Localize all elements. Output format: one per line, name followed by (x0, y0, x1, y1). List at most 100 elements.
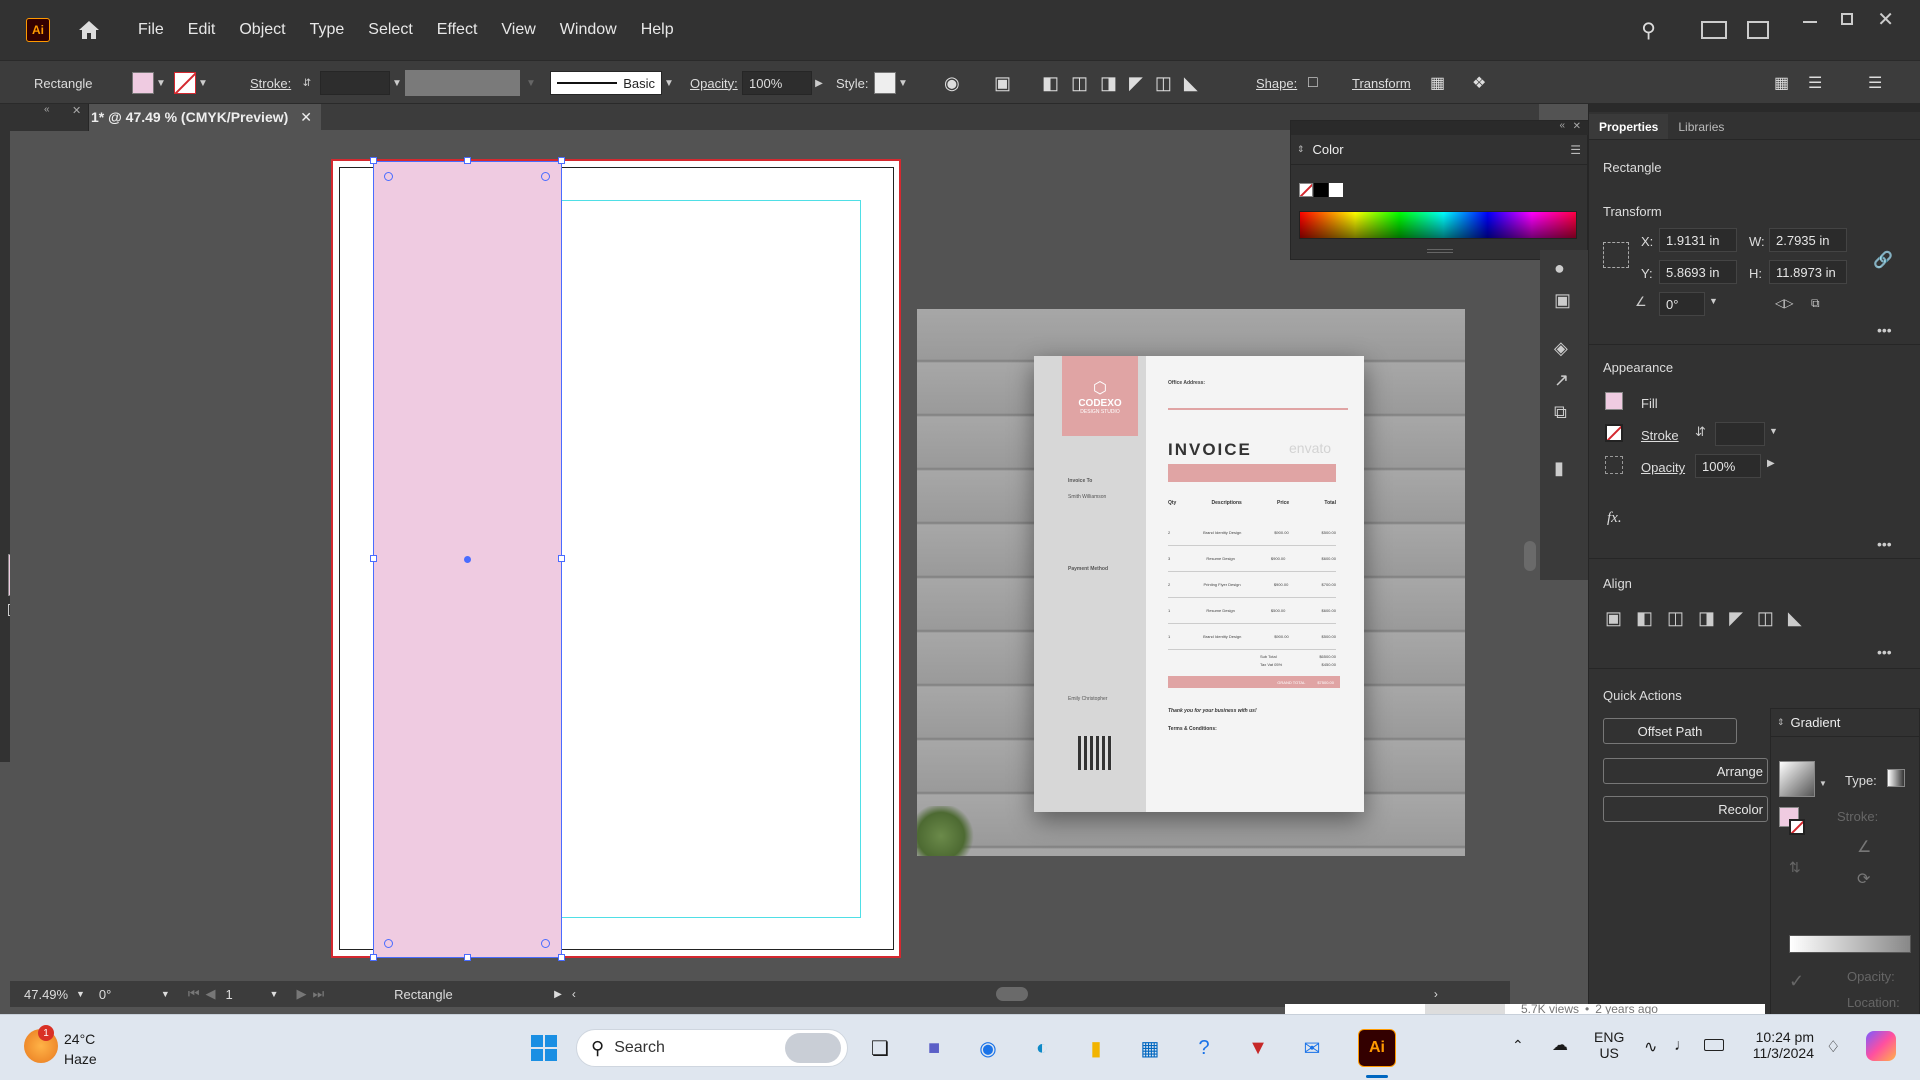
chevron-icon[interactable]: ⇕ (1777, 717, 1785, 728)
collapse-icon[interactable]: « (44, 104, 50, 115)
panel-menu-icon[interactable]: ☰ (1570, 143, 1581, 157)
close-icon[interactable]: ✕ (72, 104, 81, 117)
stroke-label[interactable]: Stroke: (250, 61, 291, 105)
align-top-icon[interactable]: ◤ (1729, 608, 1743, 629)
collapse-icon[interactable]: « (1559, 120, 1565, 131)
isolate-icon[interactable]: ▦ (1430, 61, 1445, 105)
illustrator-taskbar-icon[interactable]: Ai (1358, 1029, 1396, 1067)
chrome-icon[interactable]: ◉ (972, 1032, 1004, 1064)
chevron-down-icon[interactable]: ▼ (524, 76, 538, 90)
white-swatch[interactable] (1329, 183, 1343, 197)
corner-widget[interactable] (541, 172, 550, 181)
flip-vertical-icon[interactable]: ⧉ (1811, 296, 1820, 311)
panel-drag-bar[interactable]: « ✕ (1291, 120, 1589, 135)
microsoft-store-icon[interactable]: ▦ (1134, 1032, 1166, 1064)
rotation-value[interactable]: 0° (99, 987, 161, 1002)
chevron-right-icon[interactable]: ▶ (812, 76, 826, 90)
offset-path-button[interactable]: Offset Path (1603, 718, 1737, 744)
layers-icon[interactable]: ◈ (1554, 338, 1568, 359)
panel-grid-icon[interactable]: ▦ (1774, 61, 1789, 105)
stroke-weight-input[interactable] (320, 71, 390, 95)
opacity-label[interactable]: Opacity: (690, 61, 738, 105)
stroke-swatch[interactable] (1605, 424, 1623, 442)
menu-type[interactable]: Type (308, 19, 347, 41)
menu-view[interactable]: View (499, 19, 537, 41)
chevron-down-icon[interactable]: ▼ (662, 76, 676, 90)
eyedropper-icon[interactable]: ✓ (1789, 971, 1804, 992)
recolor-button[interactable]: Recolor (1603, 796, 1768, 822)
corner-widget[interactable] (541, 939, 550, 948)
teams-icon[interactable]: ■ (918, 1032, 950, 1064)
chevron-right-icon[interactable]: ▶ (554, 989, 562, 1000)
asset-export-icon[interactable]: ↗ (1554, 370, 1569, 391)
taskbar-search[interactable]: ⚲ Search (576, 1029, 848, 1067)
placed-invoice-image[interactable]: ⬡ CODEXO DESIGN STUDIO Invoice To Smith … (917, 309, 1465, 856)
puppet-warp-icon[interactable]: ❖ (1472, 61, 1486, 105)
resize-handle[interactable] (370, 555, 377, 562)
minimize-icon[interactable] (1803, 21, 1818, 23)
stroke-label[interactable]: Stroke (1641, 428, 1679, 443)
black-swatch[interactable] (1314, 183, 1328, 197)
chevron-right-icon[interactable]: › (1434, 987, 1438, 1001)
reference-point-icon[interactable] (1603, 242, 1629, 268)
opacity-input[interactable]: 100% (742, 71, 812, 95)
gradient-panel-title[interactable]: Gradient (1791, 715, 1841, 730)
color-panel-title[interactable]: Color (1313, 142, 1344, 157)
stroke-stepper-icon[interactable]: ⇵ (300, 76, 314, 90)
opacity-input[interactable]: 100% (1695, 454, 1761, 478)
tab-properties[interactable]: Properties (1589, 114, 1669, 139)
chevron-icon[interactable]: ⇕ (1297, 144, 1305, 155)
h-input[interactable]: 11.8973 in (1769, 260, 1847, 284)
align-top-icon[interactable]: ◤ (1129, 73, 1143, 94)
align-hcenter-icon[interactable]: ◫ (1071, 73, 1088, 94)
zoom-level[interactable]: 47.49% (24, 987, 76, 1002)
artboards-icon[interactable]: ⧉ (1554, 402, 1567, 423)
chevron-down-icon[interactable]: ▼ (270, 989, 279, 999)
task-view-icon[interactable]: ❏ (864, 1032, 896, 1064)
stroke-panel-icon[interactable]: ● (1554, 258, 1565, 279)
reverse-gradient-icon[interactable]: ⇅ (1789, 859, 1801, 876)
resize-handle[interactable] (464, 157, 471, 164)
resize-handle[interactable] (464, 954, 471, 961)
menu-object[interactable]: Object (237, 19, 287, 41)
align-bottom-icon[interactable]: ◣ (1788, 608, 1802, 629)
align-hcenter-icon[interactable]: ◫ (1667, 608, 1684, 629)
workspace-icon[interactable] (1701, 21, 1728, 39)
linear-gradient-icon[interactable] (1887, 769, 1905, 787)
tab-libraries[interactable]: Libraries (1668, 114, 1734, 139)
shape-label[interactable]: Shape: (1256, 61, 1297, 105)
panel-drag-bar[interactable] (1589, 104, 1920, 112)
arrange-documents-icon[interactable] (1747, 21, 1770, 39)
chevron-down-icon[interactable]: ▼ (1709, 296, 1718, 306)
more-options-icon[interactable]: ••• (1877, 536, 1892, 552)
battery-icon[interactable] (1704, 1039, 1724, 1051)
search-icon[interactable]: ⚲ (1641, 18, 1671, 43)
notification-bell-icon[interactable]: ♢ (1826, 1037, 1840, 1057)
language-indicator[interactable]: ENG US (1594, 1029, 1624, 1061)
resize-grip-icon[interactable] (1427, 249, 1453, 253)
color-spectrum[interactable] (1299, 211, 1577, 239)
menu-icon[interactable]: ☰ (1868, 61, 1882, 105)
volume-icon[interactable]: ♩ (1674, 1037, 1690, 1055)
align-bottom-icon[interactable]: ◣ (1184, 73, 1198, 94)
weather-temp[interactable]: 24°C (64, 1031, 95, 1047)
export-icon[interactable]: ▣ (1554, 290, 1571, 311)
flip-horizontal-icon[interactable]: ◁▷ (1775, 296, 1793, 310)
align-left-icon[interactable]: ◧ (1636, 608, 1653, 629)
prev-artboard-icon[interactable]: ◀ (206, 986, 216, 1002)
chevron-down-icon[interactable]: ▼ (390, 76, 404, 90)
next-artboard-icon[interactable]: ▶ (296, 986, 306, 1002)
menu-effect[interactable]: Effect (435, 19, 480, 41)
chevron-down-icon[interactable]: ▼ (76, 989, 85, 999)
resize-handle[interactable] (558, 555, 565, 562)
align-right-icon[interactable]: ◨ (1100, 73, 1117, 94)
fill-swatch[interactable] (132, 72, 154, 94)
resize-handle[interactable] (558, 157, 565, 164)
align-to-icon[interactable]: ▣ (994, 61, 1011, 105)
illustrator-logo[interactable]: Ai (26, 18, 50, 42)
app-icon[interactable]: ✉ (1296, 1032, 1328, 1064)
variable-width-profile[interactable] (405, 70, 520, 96)
align-right-icon[interactable]: ◨ (1698, 608, 1715, 629)
chevron-right-icon[interactable]: ▶ (1767, 458, 1775, 469)
chevron-down-icon[interactable]: ▼ (161, 989, 170, 999)
